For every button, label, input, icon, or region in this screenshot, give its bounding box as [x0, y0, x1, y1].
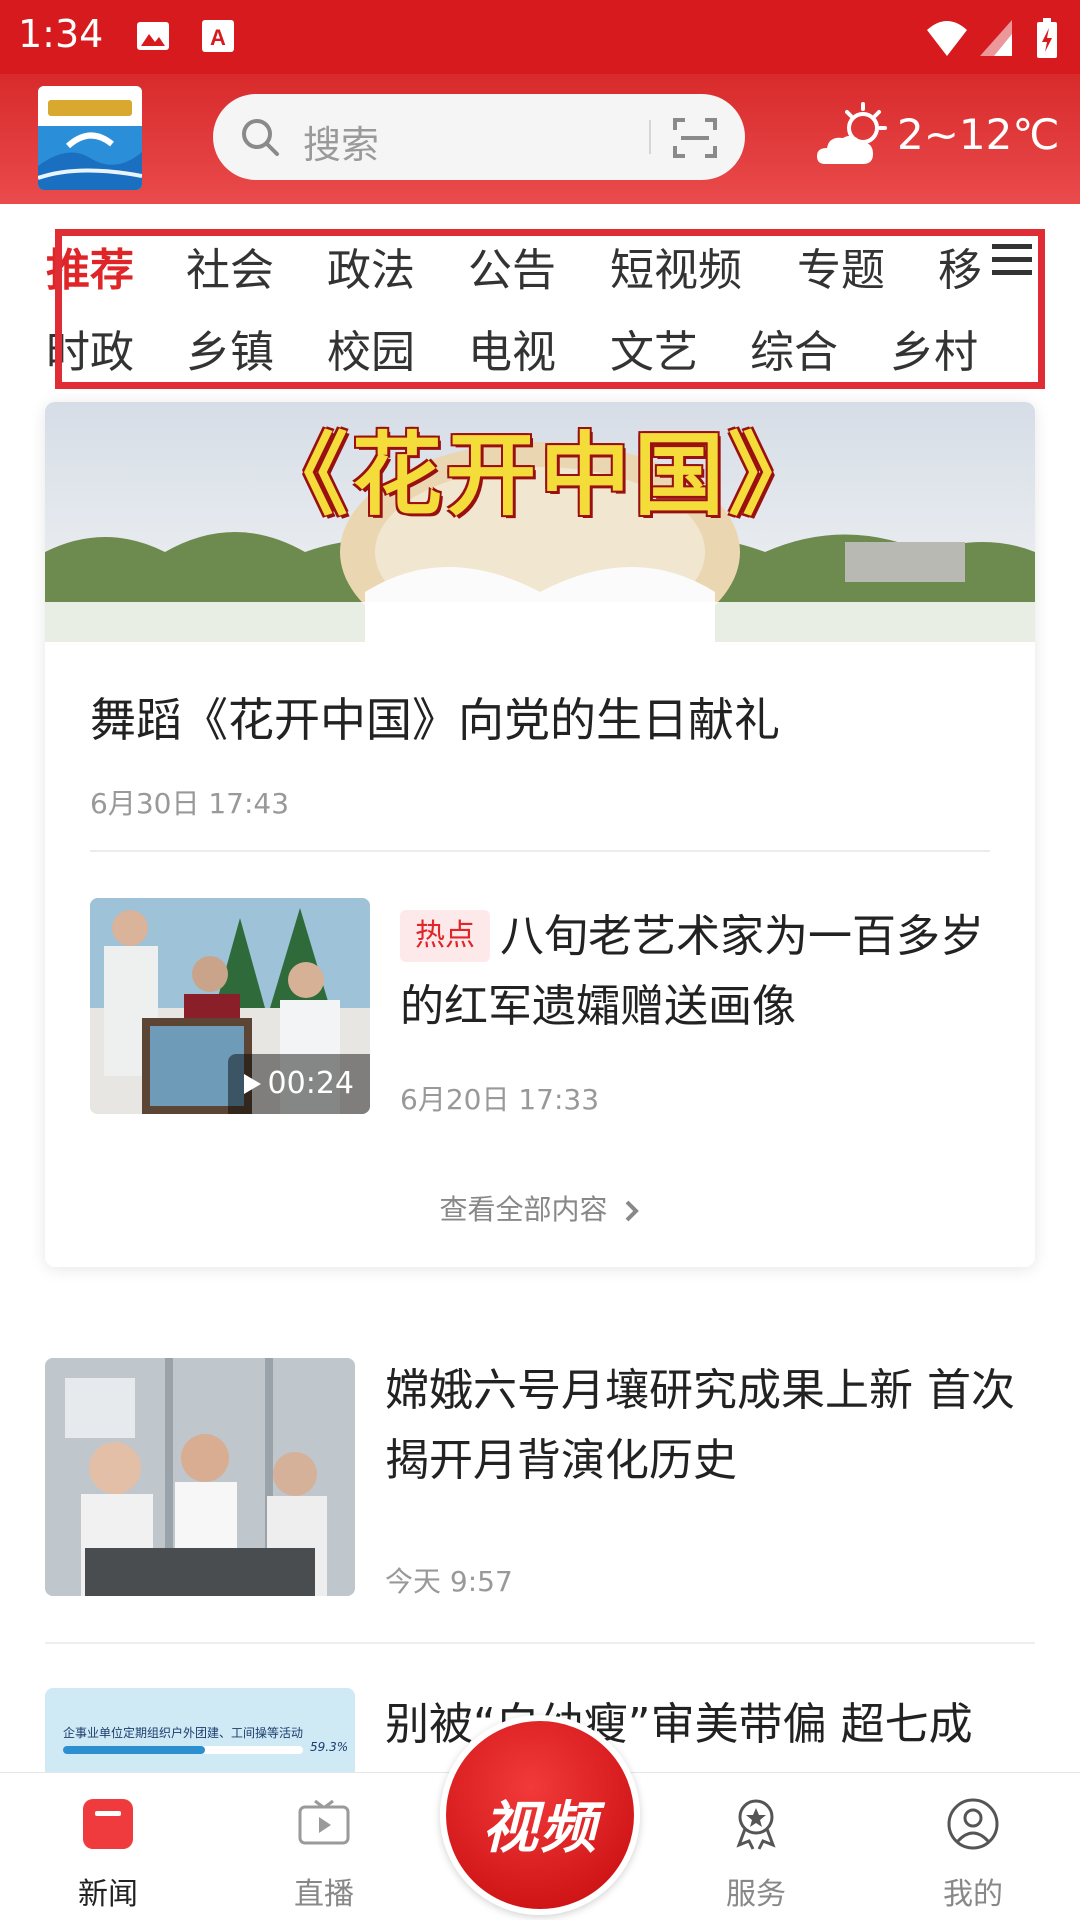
- news-thumbnail[interactable]: 00:24: [90, 898, 370, 1114]
- battery-icon: [1037, 18, 1057, 58]
- search-divider: [649, 120, 651, 154]
- status-time: 1:34: [18, 12, 104, 56]
- news-title[interactable]: 八旬老艺术家为一百多岁的红军遗孀赠送画像: [400, 902, 1000, 1042]
- news-icon: [83, 1799, 133, 1849]
- play-icon: [243, 1074, 261, 1094]
- hot-badge: 热点: [400, 910, 490, 962]
- chevron-right-icon: [626, 1200, 640, 1222]
- news-time: 今天 9:57: [385, 1565, 513, 1598]
- search-bar[interactable]: 搜索: [213, 94, 745, 180]
- tab-label: 服务: [726, 1877, 786, 1912]
- tab-label: 新闻: [78, 1877, 138, 1912]
- thumb-pct: 59.3%: [310, 1740, 349, 1754]
- news-time: 6月20日 17:33: [400, 1083, 600, 1116]
- weather-temp: 2~12℃: [897, 110, 1060, 159]
- status-bar: 1:34 A: [0, 0, 1080, 74]
- service-medal-icon: [736, 1799, 776, 1850]
- tab-live[interactable]: 直播: [254, 1773, 394, 1920]
- featured-card[interactable]: 《花开中国》 舞蹈《花开中国》向党的生日献礼 6月30日 17:43 00:24…: [45, 402, 1035, 1267]
- see-all-link[interactable]: 查看全部内容: [45, 1188, 1035, 1228]
- featured-time: 6月30日 17:43: [90, 787, 290, 820]
- tab-label: 我的: [943, 1877, 1003, 1912]
- banner-text: 《花开中国》: [258, 423, 822, 528]
- news-thumbnail[interactable]: [45, 1358, 355, 1596]
- thumb-text: 企事业单位定期组织户外团建、工间操等活动: [63, 1726, 304, 1740]
- see-all-label: 查看全部内容: [439, 1193, 608, 1226]
- featured-banner-image[interactable]: 《花开中国》: [45, 402, 1035, 642]
- live-icon: [298, 1799, 350, 1845]
- app-notification-icon: A: [202, 20, 234, 52]
- app-logo[interactable]: [38, 86, 142, 190]
- search-input[interactable]: 搜索: [303, 114, 379, 169]
- tab-label: 直播: [294, 1877, 354, 1912]
- divider: [90, 850, 990, 852]
- scan-icon[interactable]: [673, 116, 717, 160]
- signal-icon: [980, 20, 1012, 56]
- tab-news[interactable]: 新闻: [38, 1773, 178, 1920]
- thumb-bar: [63, 1746, 303, 1754]
- tab-video[interactable]: 视频: [440, 1715, 640, 1915]
- highlight-box: [55, 229, 1045, 389]
- wifi-icon: [927, 21, 967, 56]
- video-duration: 00:24: [227, 1054, 370, 1114]
- weather-widget[interactable]: 2~12℃: [815, 102, 1065, 172]
- svg-text:A: A: [210, 25, 226, 50]
- partly-cloudy-icon: [817, 102, 887, 164]
- tab-service[interactable]: 服务: [686, 1773, 826, 1920]
- duration-text: 00:24: [267, 1066, 354, 1101]
- app-header: 搜索 2~12℃: [0, 74, 1080, 204]
- channel-tabs: 推荐 社会 政法 公告 短视频 专题 移 时政 乡镇 校园 电视 文艺 综合 乡…: [0, 204, 1080, 400]
- search-icon: [242, 119, 279, 156]
- news-thumbnail[interactable]: 企事业单位定期组织户外团建、工间操等活动 59.3%: [45, 1688, 355, 1778]
- tab-label: 视频: [482, 1796, 598, 1861]
- divider: [45, 1642, 1035, 1644]
- tab-profile[interactable]: 我的: [903, 1773, 1043, 1920]
- news-title[interactable]: 嫦娥六号月壤研究成果上新 首次揭开月背演化历史: [385, 1356, 1035, 1496]
- gallery-icon: [137, 22, 169, 50]
- featured-title[interactable]: 舞蹈《花开中国》向党的生日献礼: [90, 684, 780, 750]
- profile-icon: [947, 1798, 999, 1850]
